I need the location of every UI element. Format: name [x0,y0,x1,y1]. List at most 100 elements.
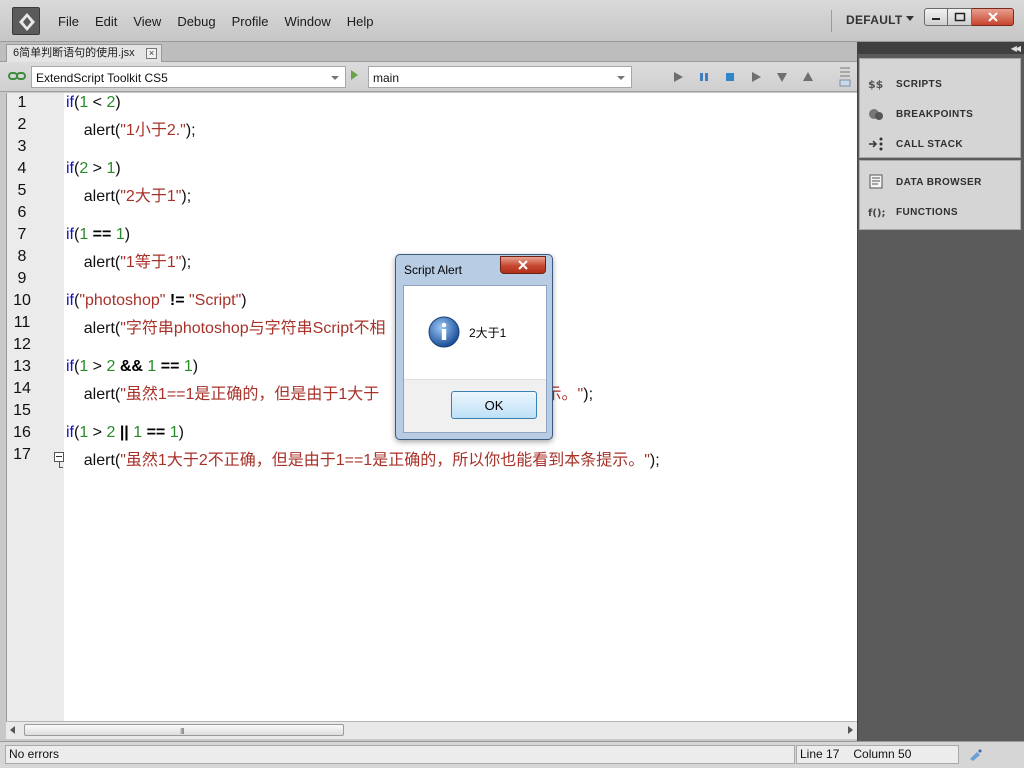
call-stack-icon [869,137,883,151]
panel-tab-breakpoints[interactable]: BREAKPOINTS [868,103,973,125]
status-bar: No errors Line 17 Column 50 [0,741,1024,768]
code-line: alert("2大于1"); [66,188,192,205]
fold-toggle-icon[interactable] [54,452,64,462]
panel-menu-icon[interactable] [838,64,852,88]
panel-tab-label: SCRIPTS [896,78,943,90]
restore-icon [954,12,965,22]
dialog-close-button[interactable] [500,256,546,274]
run-icon[interactable] [671,70,685,84]
code-line: if(1 == 1) [66,226,131,243]
link-icon[interactable] [8,71,26,81]
menu-window[interactable]: Window [276,0,338,42]
maximize-button[interactable] [948,8,972,26]
document-tab-bar: 6简单判断语句的使用.jsx × [0,42,857,62]
line-number: 11 [13,314,31,331]
scripts-icon: $$ [868,78,883,91]
menu-help[interactable]: Help [339,0,382,42]
panel-tab-functions[interactable]: f(); FUNCTIONS [868,201,958,223]
close-window-button[interactable] [972,8,1014,26]
step-into-icon[interactable] [775,70,789,84]
line-number: 1 [17,94,27,111]
step-over-icon[interactable] [749,70,763,84]
menu-bar: File Edit View Debug Profile Window Help… [0,0,1024,42]
code-line: if(1 > 2 && 1 == 1) [66,358,199,375]
ok-button[interactable]: OK [451,391,537,419]
svg-text:f();: f(); [868,208,886,219]
panel-tab-data-browser[interactable]: DATA BROWSER [868,171,982,193]
chevron-down-icon[interactable] [906,16,914,21]
panel-tab-label: DATA BROWSER [896,176,982,188]
menu-file[interactable]: File [50,0,87,42]
code-line: if(2 > 1) [66,160,121,177]
document-tab[interactable]: 6简单判断语句的使用.jsx × [6,44,162,62]
code-line: alert("1小于2."); [66,122,196,139]
info-icon [428,316,460,348]
stop-icon[interactable] [723,70,737,84]
code-line: if(1 > 2 || 1 == 1) [66,424,184,441]
line-number: 14 [13,380,31,397]
collapse-panel-icon[interactable]: ◀◀ [1011,44,1021,53]
panel-header: ◀◀ [858,42,1024,54]
line-number: 12 [13,336,31,353]
menu-view[interactable]: View [125,0,169,42]
minimize-icon [932,18,940,20]
cursor-position: Line 17 Column 50 [796,745,959,764]
step-out-icon[interactable] [801,70,815,84]
scrollbar-thumb[interactable]: III [24,724,344,736]
dialog-message: 2大于1 [469,326,507,340]
line-number: 15 [13,402,31,419]
menu-edit[interactable]: Edit [87,0,125,42]
dialog-body: 2大于1 OK [403,285,547,433]
workspace-switcher[interactable]: DEFAULT [846,13,903,27]
line-number: 16 [13,424,31,441]
scroll-right-icon[interactable] [848,726,853,734]
minimize-button[interactable] [924,8,948,26]
menu-profile[interactable]: Profile [224,0,277,42]
line-number: 13 [13,358,31,375]
svg-text:$$: $$ [868,78,883,91]
debug-panel-group: $$ SCRIPTS BREAKPOINTS CALL STACK [859,58,1021,158]
menu-debug[interactable]: Debug [169,0,223,42]
panel-tab-call-stack[interactable]: CALL STACK [868,133,963,155]
code-line: if(1 < 2) [66,94,121,111]
debug-toolbar: ExtendScript Toolkit CS5 main [0,62,857,92]
main-menu: File Edit View Debug Profile Window Help [50,0,381,42]
target-connect-icon[interactable] [351,70,358,80]
target-app-value: ExtendScript Toolkit CS5 [36,71,168,85]
functions-icon: f(); [868,208,886,219]
tab-close-icon[interactable]: × [146,48,157,59]
scroll-left-icon[interactable] [10,726,15,734]
data-browser-icon [869,174,883,189]
document-tab-label: 6简单判断语句的使用.jsx [13,47,135,59]
line-number: 4 [17,160,27,177]
app-logo-icon[interactable] [12,7,40,35]
target-app-select[interactable]: ExtendScript Toolkit CS5 [31,66,346,88]
chevron-down-icon [331,76,339,80]
script-alert-dialog: Script Alert 2大于1 OK [395,254,553,440]
line-number: 5 [17,182,27,199]
chevron-down-icon [617,76,625,80]
code-line: alert("字符串photoshop与字符串Script不相 [66,320,386,337]
line-number: 17 [13,446,31,463]
workspace-divider [831,10,832,32]
line-number: 6 [17,204,27,221]
fold-guide [59,467,63,468]
right-panel: ◀◀ $$ SCRIPTS BREAKPOINTS CALL STACK DAT… [857,42,1024,741]
close-icon [518,260,528,270]
dialog-title: Script Alert [404,263,463,277]
breakpoints-icon [869,109,883,120]
engine-value: main [373,71,400,85]
line-number: 3 [17,138,27,155]
panel-tab-label: CALL STACK [896,138,963,150]
status-line: Line 17 [800,747,840,761]
engine-select[interactable]: main [368,66,632,88]
code-line: alert("虽然1大于2不正确，但是由于1==1是正确的，所以你也能看到本条提… [66,452,660,469]
line-number-gutter: 1 2 3 4 5 6 7 8 9 10 11 12 13 14 15 16 1… [7,93,64,721]
horizontal-scrollbar[interactable]: III [6,721,857,739]
close-icon [987,12,998,22]
panel-tab-scripts[interactable]: $$ SCRIPTS [868,73,942,95]
pause-icon[interactable] [697,70,711,84]
data-panel-group: DATA BROWSER f(); FUNCTIONS [859,160,1021,230]
panel-tab-label: FUNCTIONS [896,206,958,218]
connection-status-icon[interactable] [968,747,984,763]
